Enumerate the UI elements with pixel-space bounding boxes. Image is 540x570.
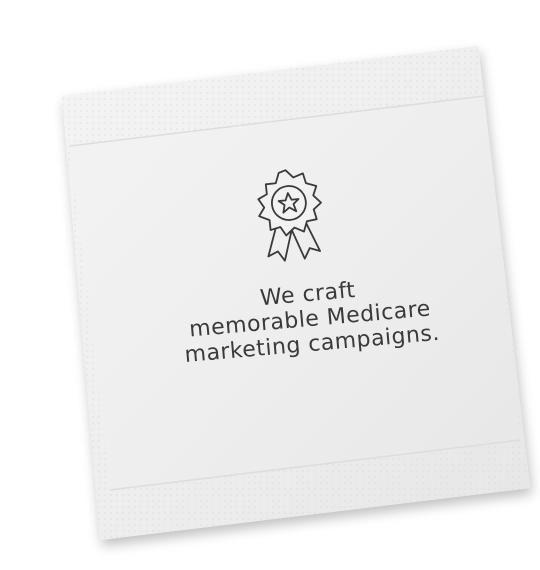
napkin-photo: We craft memorable Medicare marketing ca… (0, 0, 540, 570)
